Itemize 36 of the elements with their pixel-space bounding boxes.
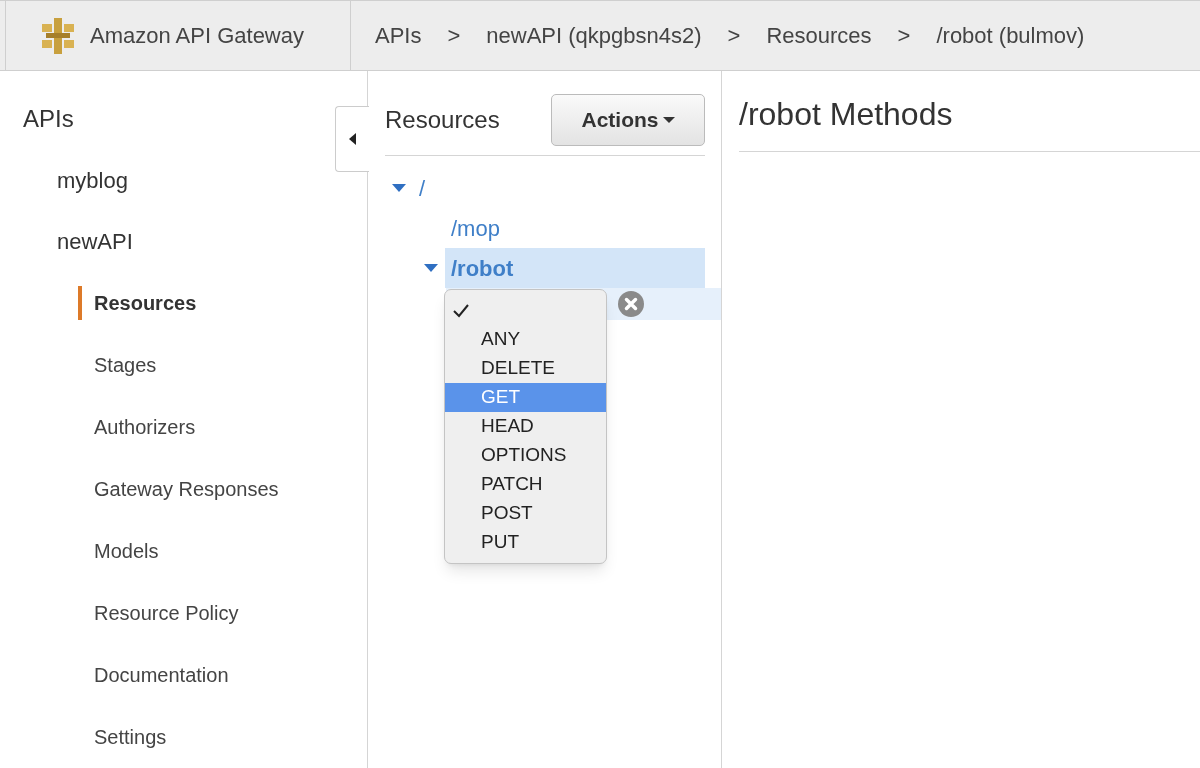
sidebar-item[interactable]: Stages — [78, 348, 157, 382]
breadcrumb-link[interactable]: newAPI (qkpgbsn4s2) — [486, 19, 702, 52]
expand-caret-icon[interactable] — [392, 183, 406, 193]
breadcrumb-link[interactable]: Resources — [766, 19, 872, 52]
actions-button[interactable]: Actions — [551, 94, 705, 146]
brand-name[interactable]: Amazon API Gateway — [90, 19, 304, 52]
collapse-arrow-icon — [349, 133, 356, 145]
cancel-icon[interactable] — [618, 291, 644, 317]
sidebar-item[interactable]: Authorizers — [78, 410, 196, 444]
method-option[interactable]: ANY — [445, 325, 606, 354]
breadcrumb-separator: > — [447, 22, 461, 50]
sidebar-item[interactable]: Settings — [78, 720, 167, 754]
resource-tree-item[interactable]: / — [413, 168, 705, 208]
api-link[interactable]: newAPI — [0, 221, 367, 261]
method-option[interactable]: PATCH — [445, 470, 606, 499]
expand-caret-icon[interactable] — [424, 263, 438, 273]
breadcrumb-link[interactable]: APIs — [375, 19, 422, 52]
sidebar-title: APIs — [22, 104, 75, 134]
sidebar-item[interactable]: Resource Policy — [78, 596, 239, 630]
sidebar-item[interactable]: Models — [78, 534, 159, 568]
sidebar-item[interactable]: Gateway Responses — [78, 472, 279, 506]
breadcrumb-separator: > — [897, 22, 911, 50]
method-option[interactable]: HEAD — [445, 412, 606, 441]
breadcrumb-link[interactable]: /robot (bulmov) — [936, 19, 1085, 52]
method-option[interactable]: OPTIONS — [445, 441, 606, 470]
caret-icon — [662, 117, 675, 123]
api-link[interactable]: myblog — [0, 160, 367, 200]
panel-title: Resources — [385, 105, 500, 135]
method-option[interactable]: PUT — [445, 528, 606, 557]
page-title: /robot Methods — [739, 95, 953, 134]
sidebar-item[interactable]: Documentation — [78, 658, 229, 692]
sidebar-item[interactable]: Resources — [78, 286, 197, 320]
resource-tree-item[interactable]: /mop — [445, 208, 705, 248]
breadcrumb-separator: > — [727, 22, 741, 50]
method-option[interactable]: DELETE — [445, 354, 606, 383]
method-option[interactable]: POST — [445, 499, 606, 528]
